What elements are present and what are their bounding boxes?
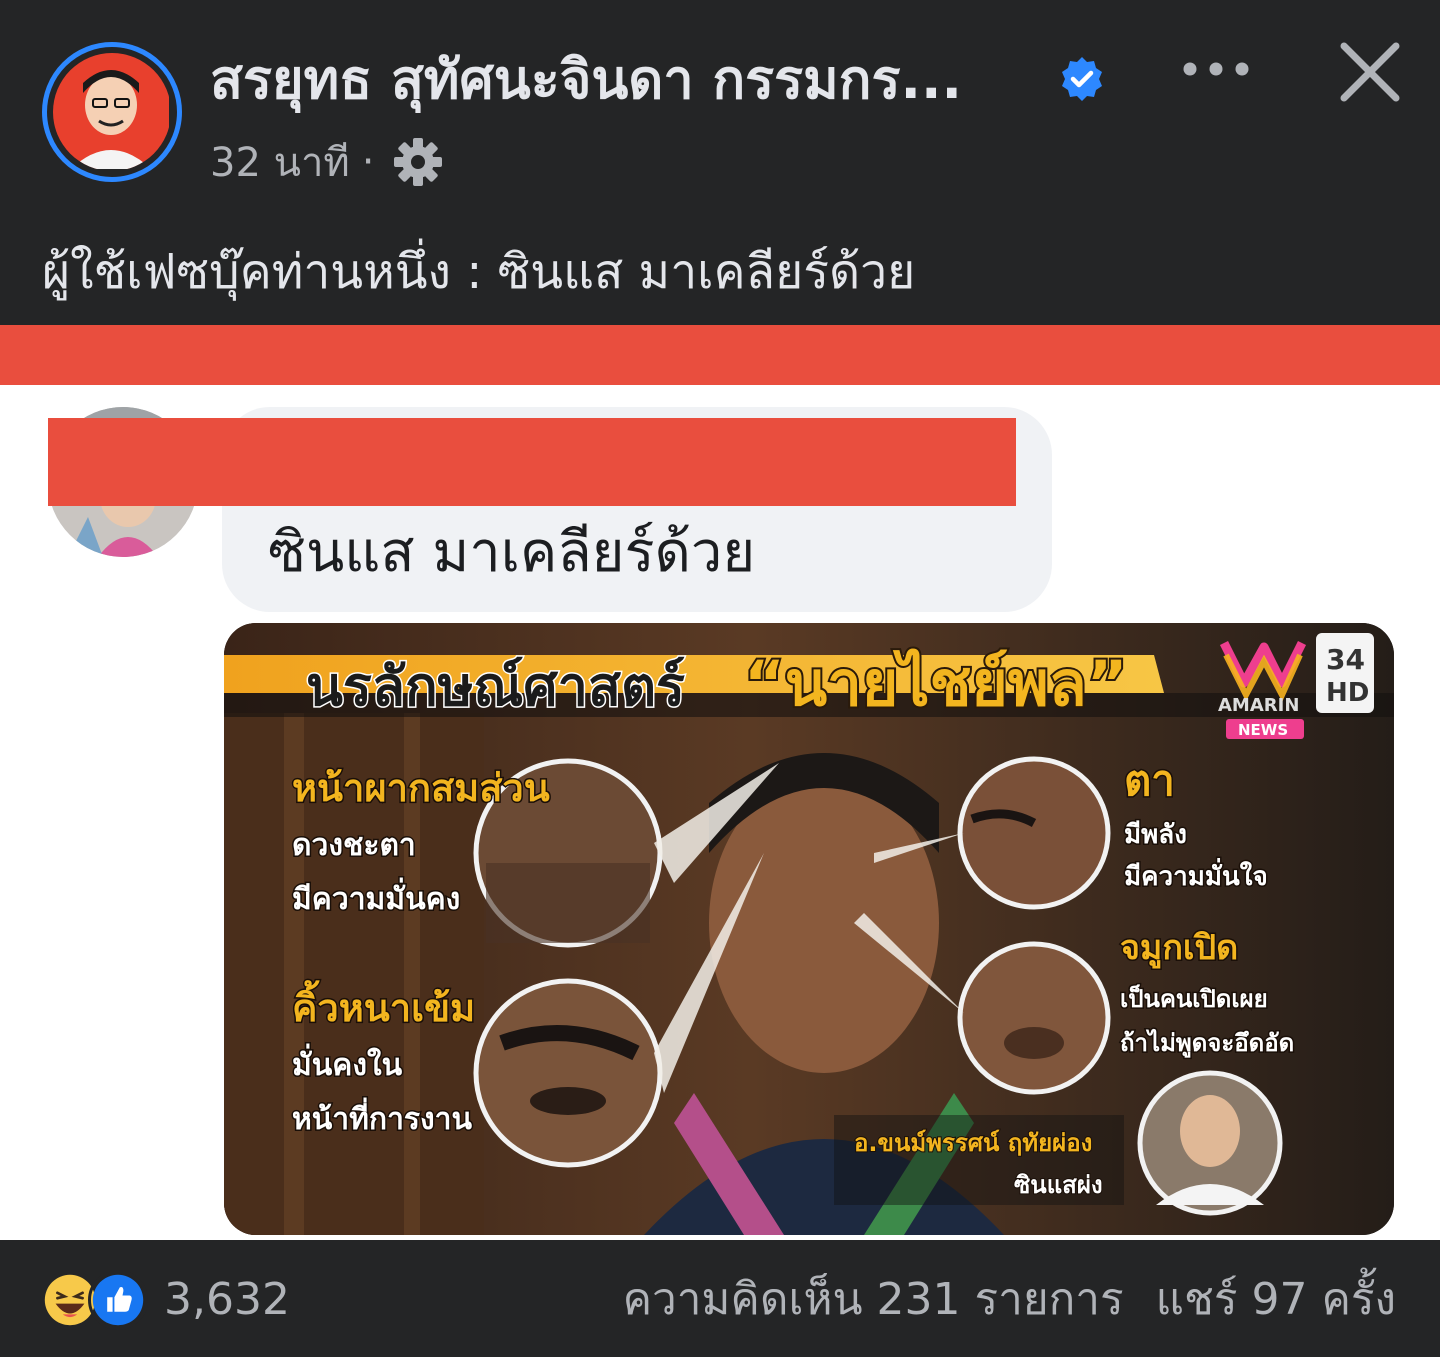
forehead-title: หน้าผากสมส่วน	[292, 766, 550, 810]
svg-text:AMARIN: AMARIN	[1218, 695, 1299, 716]
author-avatar[interactable]	[42, 42, 182, 182]
post-time[interactable]: 32 นาที	[210, 130, 350, 194]
brow-line2: หน้าที่การงาน	[292, 1097, 473, 1137]
expert-name: อ.ขนม์พรรศน์ ฤทัยผ่อง	[854, 1129, 1092, 1157]
svg-text:34: 34	[1326, 643, 1365, 676]
embedded-comment-screenshot: ซินแส มาเคลียร์ด้วย นรลักษณ์ศาสตร์ “นายไ…	[0, 385, 1440, 1240]
nose-zoom-circle	[957, 941, 1111, 1095]
author-name[interactable]: สรยุทธ สุทัศนะจินดา กรรมกร...	[210, 40, 1050, 120]
comment-count-link[interactable]: ความคิดเห็น 231 รายการ	[623, 1270, 1124, 1330]
post-footer: 3,632 ความคิดเห็น 231 รายการ แชร์ 97 ครั…	[0, 1240, 1440, 1357]
graphic-title-right: “นายไชย์พล”	[744, 647, 1127, 720]
meta-separator: ·	[361, 139, 375, 185]
reaction-count: 3,632	[164, 1274, 290, 1325]
post-header: สรยุทธ สุทัศนะจินดา กรรมกร... 32 นาที ·	[0, 0, 1440, 325]
close-icon[interactable]	[1336, 38, 1404, 106]
eye-line2: มีความมั่นใจ	[1124, 857, 1268, 892]
like-reaction-icon	[88, 1270, 148, 1330]
more-options-icon[interactable]	[1178, 44, 1254, 94]
nose-title: จมูกเปิด	[1120, 928, 1238, 969]
verified-badge-icon	[1062, 57, 1102, 101]
eye-zoom-circle	[957, 756, 1111, 910]
brow-zoom-circle	[473, 978, 663, 1168]
comment-text: ซินแส มาเคลียร์ด้วย	[268, 520, 756, 585]
forehead-line1: ดวงชะตา	[292, 828, 416, 863]
gear-icon[interactable]	[391, 135, 445, 189]
svg-text:HD: HD	[1326, 678, 1369, 708]
forehead-line2: มีความมั่นคง	[292, 877, 460, 917]
expert-role: ซินแสผ่ง	[1014, 1171, 1103, 1199]
nose-line1: เป็นคนเปิดเผย	[1120, 984, 1268, 1013]
nose-line2: ถ้าไม่พูดจะอึดอัด	[1120, 1028, 1294, 1058]
svg-text:NEWS: NEWS	[1238, 721, 1288, 739]
post-meta: 32 นาที ·	[210, 132, 445, 192]
engagement-stats: ความคิดเห็น 231 รายการ แชร์ 97 ครั้ง	[623, 1270, 1396, 1330]
redacted-commenter-name	[48, 418, 1016, 506]
eye-line1: มีพลัง	[1124, 820, 1187, 850]
news-graphic-image[interactable]: นรลักษณ์ศาสตร์ “นายไชย์พล” AMARIN NEWS 3…	[224, 623, 1394, 1235]
brow-line1: มั่นคงใน	[292, 1043, 403, 1083]
reaction-summary[interactable]: 3,632	[40, 1270, 290, 1330]
redaction-bar	[0, 325, 1440, 385]
post-caption: ผู้ใช้เฟซบุ๊คท่านหนึ่ง : ซินแส มาเคลียร์…	[42, 244, 916, 300]
channel-34hd-badge: 34 HD	[1316, 633, 1374, 713]
share-count-link[interactable]: แชร์ 97 ครั้ง	[1156, 1270, 1396, 1330]
eye-title: ตา	[1124, 756, 1175, 805]
brow-title: คิ้วหนาเข้ม	[292, 980, 475, 1030]
graphic-title-left: นรลักษณ์ศาสตร์	[306, 655, 685, 718]
